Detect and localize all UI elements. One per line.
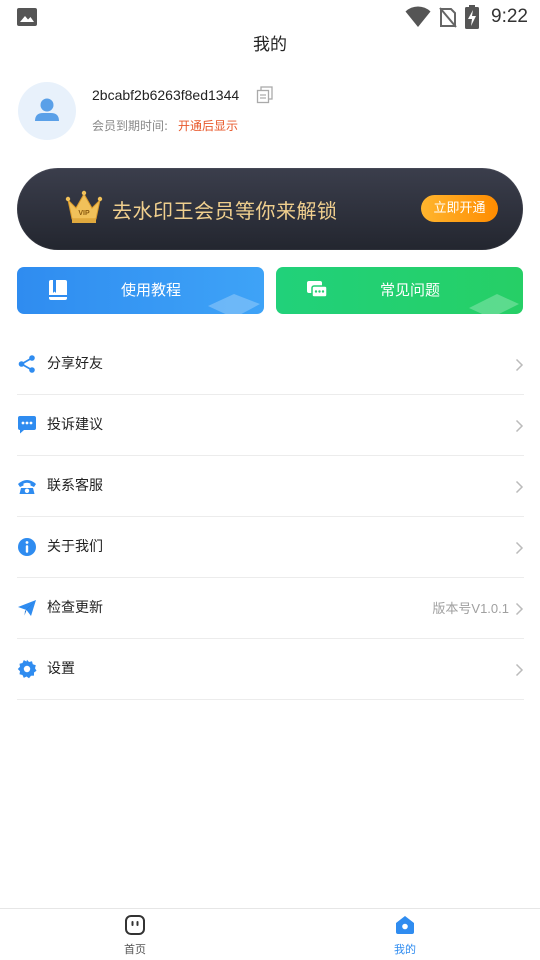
membership-expiry: 会员到期时间: 开通后显示: [92, 117, 238, 134]
menu-item-feedback[interactable]: 投诉建议: [17, 395, 524, 456]
menu-item-share[interactable]: 分享好友: [17, 334, 524, 395]
no-sim-icon: [439, 7, 457, 28]
tab-label-home: 首页: [124, 943, 146, 956]
profile-house-icon: [396, 916, 414, 934]
menu-item-settings[interactable]: 设置: [17, 639, 524, 700]
battery-charging-icon: [465, 5, 480, 29]
chevron-right-icon: [515, 602, 524, 616]
chevron-right-icon: [515, 419, 524, 433]
chat-decoration-icon: [469, 294, 519, 314]
menu-item-update[interactable]: 检查更新 版本号V1.0.1: [17, 578, 524, 639]
menu-label-feedback: 投诉建议: [47, 417, 103, 433]
crown-icon: VIP: [65, 190, 103, 223]
tab-label-mine: 我的: [394, 943, 416, 956]
avatar[interactable]: [18, 82, 76, 140]
status-time: 9:22: [491, 6, 528, 27]
expiry-label: 会员到期时间:: [92, 119, 169, 133]
status-bar: 9:22: [0, 0, 540, 34]
menu-label-about: 关于我们: [47, 539, 103, 555]
menu-item-about[interactable]: 关于我们: [17, 517, 524, 578]
wifi-icon: [405, 6, 431, 27]
vip-promo-text: 去水印王会员等你来解锁: [112, 199, 338, 223]
expiry-value: 开通后显示: [178, 119, 239, 133]
bottom-tab-bar: 首页 我的: [0, 908, 540, 960]
tab-mine[interactable]: 我的: [355, 909, 455, 960]
gear-icon: [17, 659, 37, 679]
version-number: 版本号V1.0.1: [432, 601, 509, 616]
paper-plane-icon: [18, 600, 36, 616]
message-icon: [18, 416, 36, 434]
chevron-right-icon: [515, 480, 524, 494]
profile-section: 2bcabf2b6263f8ed1344 会员到期时间: 开通后显示: [18, 82, 523, 142]
chevron-right-icon: [515, 358, 524, 372]
copy-icon[interactable]: [256, 86, 274, 104]
tutorial-label: 使用教程: [121, 281, 182, 299]
book-icon: [49, 280, 67, 300]
phone-icon: [18, 480, 36, 494]
vip-banner[interactable]: VIP 去水印王会员等你来解锁 立即开通: [17, 168, 523, 250]
menu-label-share: 分享好友: [47, 356, 103, 372]
faq-button[interactable]: 常见问题: [276, 267, 523, 314]
tutorial-button[interactable]: 使用教程: [17, 267, 264, 314]
menu-label-contact: 联系客服: [47, 478, 103, 494]
menu-label-update: 检查更新: [47, 600, 103, 616]
tab-home[interactable]: 首页: [85, 909, 185, 960]
user-id: 2bcabf2b6263f8ed1344: [92, 87, 240, 103]
menu-item-contact[interactable]: 联系客服: [17, 456, 524, 517]
vip-badge-text: VIP: [78, 210, 90, 217]
chevron-right-icon: [515, 541, 524, 555]
faq-label: 常见问题: [380, 281, 441, 299]
menu-label-settings: 设置: [47, 661, 75, 677]
activate-now-button[interactable]: 立即开通: [421, 195, 498, 222]
settings-menu: 分享好友 投诉建议 联系客服 关于我们 检查更新 版本号V1.0.1 设置: [17, 334, 524, 700]
gallery-icon: [17, 8, 37, 26]
user-icon: [35, 98, 59, 121]
home-face-icon: [125, 915, 145, 935]
chat-bubbles-icon: [307, 281, 328, 298]
book-decoration-icon: [208, 294, 260, 314]
share-icon: [18, 355, 35, 373]
chevron-right-icon: [515, 663, 524, 677]
page-title: 我的: [253, 35, 287, 55]
info-icon: [18, 538, 36, 556]
